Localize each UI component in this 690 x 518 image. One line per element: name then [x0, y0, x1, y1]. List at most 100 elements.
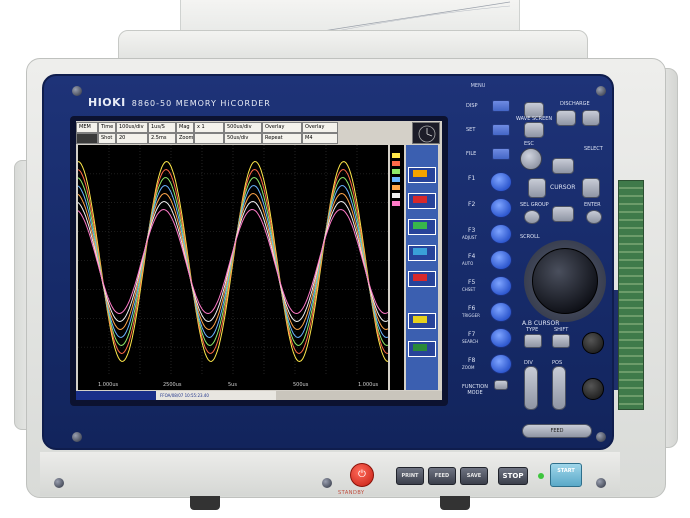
header-cell[interactable]: 100us/div	[116, 122, 148, 133]
channel-color-swatch	[413, 196, 427, 203]
header-cell[interactable]: 20	[116, 133, 148, 144]
scroll-knob[interactable]	[532, 248, 598, 314]
feed-button[interactable]: FEED	[522, 424, 592, 438]
type-button[interactable]	[524, 334, 542, 348]
cursor-down-button[interactable]	[552, 206, 574, 222]
f-key-label: F2	[468, 201, 476, 208]
header-cell[interactable]: Zoom	[176, 133, 194, 144]
menu-set-button[interactable]	[492, 124, 510, 136]
discharge-label: DISCHARGE	[560, 101, 590, 107]
wave-screen-label: WAVE SCREEN	[516, 116, 553, 122]
discharge-button[interactable]	[556, 110, 576, 126]
status-bar: FFOA/08/07 10:55:23.40	[76, 391, 442, 400]
foot	[190, 496, 220, 510]
menu-label: MENU	[470, 83, 486, 89]
f-key-button[interactable]	[490, 224, 512, 244]
header-cell[interactable]: 500us/div	[224, 122, 262, 133]
menu-file-label: FILE	[466, 151, 477, 157]
scroll-label: SCROLL	[520, 234, 540, 240]
screw-icon	[596, 432, 606, 442]
f-key-button[interactable]	[490, 354, 512, 374]
header-cell[interactable]: M4	[302, 133, 338, 144]
power-button[interactable]: ⏻	[350, 463, 374, 487]
save-button[interactable]: SAVE	[460, 467, 488, 485]
channel-marker	[392, 201, 400, 206]
ab-knob[interactable]	[582, 332, 604, 354]
header-cell[interactable]: Repeat	[262, 133, 302, 144]
discharge-right-button[interactable]	[582, 110, 600, 126]
status-timestamp: FFOA/08/07 10:55:23.40	[156, 391, 276, 400]
channel-color-swatch	[413, 170, 427, 177]
function-mode-button[interactable]	[494, 380, 508, 390]
channel-color-swatch	[413, 222, 427, 229]
screw-icon	[72, 86, 82, 96]
header-cell[interactable]: Shot	[98, 133, 116, 144]
f-key-button[interactable]	[490, 250, 512, 270]
f-key-sublabel: CHSET	[462, 287, 476, 292]
header-cell[interactable]: 50us/div	[224, 133, 262, 144]
esc-button[interactable]	[520, 148, 542, 170]
start-button[interactable]: START	[550, 463, 582, 487]
header-cell[interactable]: Overlay	[302, 122, 338, 133]
channel-chip[interactable]	[408, 193, 436, 209]
channel-chip[interactable]	[408, 245, 436, 261]
rotary-knob[interactable]	[582, 378, 604, 400]
shift-label: SHIFT	[554, 327, 569, 333]
div-slider[interactable]	[524, 366, 538, 410]
x-tick-label: 1.000us	[358, 382, 378, 388]
header-cell[interactable]: 1us/S	[148, 122, 176, 133]
channel-chip[interactable]	[408, 271, 436, 287]
header-row-2: Shot 20 2.5ms Zoom 50us/div Repeat M4	[76, 133, 338, 144]
sel-group-button[interactable]	[524, 210, 540, 224]
f-key-button[interactable]	[490, 198, 512, 218]
ab-cursor-label: A.B CURSOR	[522, 320, 560, 327]
cursor-left-button[interactable]	[528, 178, 546, 198]
header-cell[interactable]: Time	[98, 122, 116, 133]
f-key-button[interactable]	[490, 302, 512, 322]
cursor-right-button[interactable]	[582, 178, 600, 198]
screw-icon	[322, 478, 332, 488]
shift-button[interactable]	[552, 334, 570, 348]
header-cell[interactable]: MEM	[76, 122, 98, 133]
feed-paper-button[interactable]: FEED	[428, 467, 456, 485]
channel-marker	[392, 193, 400, 198]
header-cell[interactable]: x 1	[194, 122, 224, 133]
f-key-label: F4	[468, 253, 476, 260]
channel-chip[interactable]	[408, 313, 436, 329]
x-tick-label: 5us	[228, 382, 237, 388]
header-cell[interactable]: 2.5ms	[148, 133, 176, 144]
wave-screen-down-button[interactable]	[524, 122, 544, 138]
header-cell[interactable]: Mag	[176, 122, 194, 133]
screw-icon	[596, 478, 606, 488]
stop-button[interactable]: STOP	[498, 467, 528, 485]
div-label: DIV	[524, 360, 533, 366]
header-cell[interactable]	[194, 133, 224, 144]
sel-group-label: SEL GROUP	[520, 202, 549, 208]
menu-file-button[interactable]	[492, 148, 510, 160]
channel-marker	[392, 185, 400, 190]
channel-chip[interactable]	[408, 341, 436, 357]
device-base	[40, 452, 620, 496]
screw-icon	[596, 86, 606, 96]
pos-slider[interactable]	[552, 366, 566, 410]
f-key-button[interactable]	[490, 328, 512, 348]
print-button[interactable]: PRINT	[396, 467, 424, 485]
status-left	[76, 391, 156, 400]
enter-button[interactable]	[586, 210, 602, 224]
menu-disp-button[interactable]	[492, 100, 510, 112]
header-cell[interactable]: Overlay	[262, 122, 302, 133]
channel-chip[interactable]	[408, 167, 436, 183]
f-key-label: F8	[468, 357, 476, 364]
model-name: 8860-50 MEMORY HiCORDER	[131, 99, 271, 108]
f-key-button[interactable]	[490, 172, 512, 192]
channel-chip[interactable]	[408, 219, 436, 235]
channel-color-swatch	[413, 248, 427, 255]
f-key-button[interactable]	[490, 276, 512, 296]
f-key-label: F1	[468, 175, 476, 182]
cursor-up-button[interactable]	[552, 158, 574, 174]
enter-label: ENTER	[584, 202, 601, 208]
waveform-plot[interactable]: 1.000us 2500us 5us 500us 1.000us	[78, 145, 388, 390]
status-led	[538, 473, 544, 479]
screw-icon	[54, 478, 64, 488]
header-cell[interactable]	[76, 133, 98, 144]
